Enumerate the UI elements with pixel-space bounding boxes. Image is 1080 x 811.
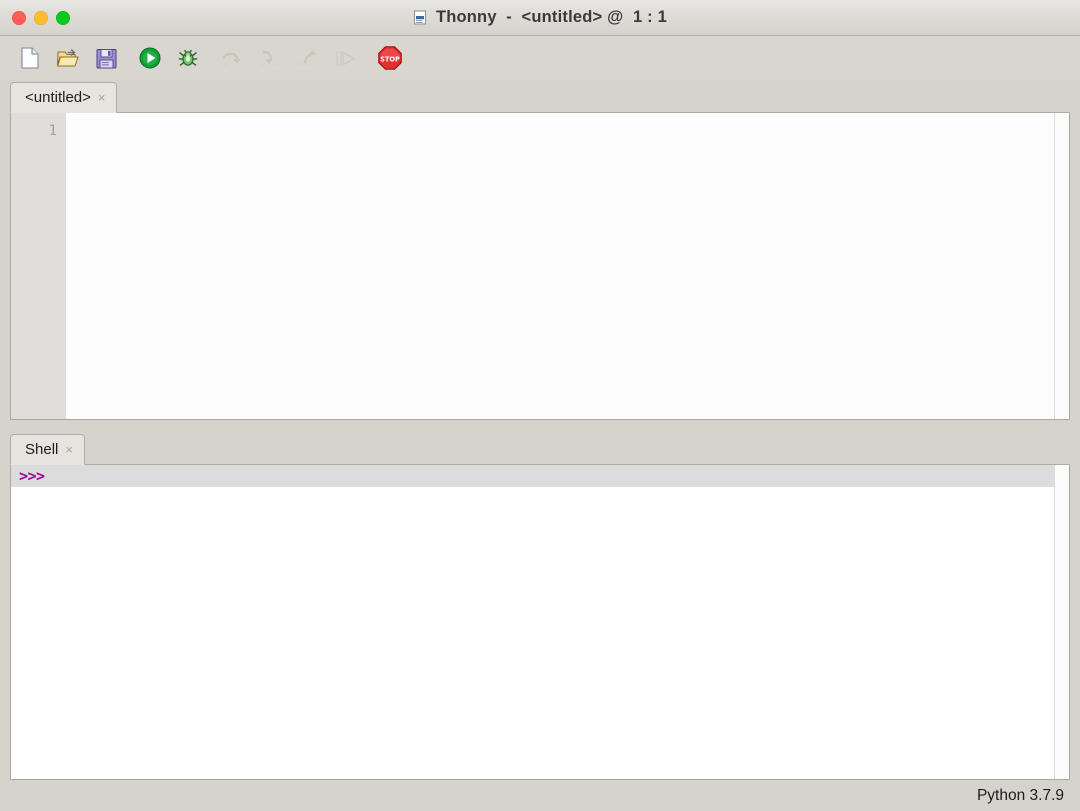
window-controls: [12, 0, 70, 36]
thonny-document-icon: [413, 10, 428, 25]
debug-bug-icon: [178, 49, 198, 66]
title-group: Thonny - <untitled> @ 1 : 1: [413, 8, 667, 27]
save-floppy-icon: [96, 48, 116, 68]
editor-scrollbar-thumb[interactable]: [1057, 113, 1067, 419]
editor-panel: <untitled> × 1: [10, 80, 1070, 420]
new-file-icon: [21, 47, 39, 69]
minimize-window-button[interactable]: [34, 11, 48, 25]
editor-tabbar: <untitled> ×: [10, 80, 1070, 113]
save-file-button[interactable]: [90, 42, 122, 74]
shell-body: >>>: [10, 465, 1070, 780]
step-into-icon: [260, 50, 278, 66]
svg-text:STOP: STOP: [380, 55, 400, 63]
shell-prompt: >>>: [19, 467, 45, 485]
run-play-icon: [139, 47, 161, 69]
run-button[interactable]: [134, 42, 166, 74]
new-file-button[interactable]: [14, 42, 46, 74]
editor-body: 1: [10, 113, 1070, 420]
shell-panel: Shell × >>>: [10, 432, 1070, 780]
window-title: Thonny - <untitled> @ 1 : 1: [435, 8, 668, 26]
editor-text-area[interactable]: [67, 113, 1054, 419]
step-into-button[interactable]: [254, 42, 286, 74]
maximize-window-button[interactable]: [56, 11, 70, 25]
interpreter-label: Python 3.7.9: [976, 786, 1064, 804]
tab-shell-label: Shell: [25, 441, 59, 458]
stop-button[interactable]: STOP: [374, 42, 406, 74]
thonny-window: Thonny - <untitled> @ 1 : 1 STOP <untitl…: [0, 0, 1080, 811]
tab-shell[interactable]: Shell ×: [10, 434, 85, 465]
resume-button[interactable]: [330, 42, 362, 74]
toolbar: STOP: [0, 36, 1080, 80]
line-number: 1: [48, 123, 57, 139]
shell-vertical-scrollbar[interactable]: [1054, 465, 1069, 779]
shell-scrollbar-thumb[interactable]: [1057, 465, 1067, 779]
main-area: <untitled> × 1 Shell × >>>: [0, 80, 1080, 780]
step-over-button[interactable]: [216, 42, 248, 74]
shell-output: [11, 487, 1054, 779]
open-file-button[interactable]: [52, 42, 84, 74]
editor-line-number-gutter: 1: [11, 113, 67, 419]
resume-icon: [336, 50, 356, 67]
tab-untitled-close-icon[interactable]: ×: [98, 91, 106, 105]
step-out-icon: [298, 50, 316, 66]
debug-button[interactable]: [172, 42, 204, 74]
step-out-button[interactable]: [292, 42, 324, 74]
tab-shell-close-icon[interactable]: ×: [65, 443, 73, 457]
editor-content: [67, 113, 1054, 132]
tab-untitled[interactable]: <untitled> ×: [10, 82, 118, 113]
stop-sign-icon: STOP: [378, 46, 402, 70]
open-folder-icon: [57, 49, 79, 67]
shell-console[interactable]: >>>: [11, 465, 1054, 779]
editor-vertical-scrollbar[interactable]: [1054, 113, 1069, 419]
step-over-icon: [222, 52, 241, 66]
status-bar: Python 3.7.9: [0, 780, 1080, 811]
tab-untitled-label: <untitled>: [25, 89, 91, 106]
shell-tabbar: Shell ×: [10, 432, 1070, 465]
title-bar: Thonny - <untitled> @ 1 : 1: [0, 0, 1080, 36]
shell-prompt-row[interactable]: >>>: [11, 465, 1054, 487]
close-window-button[interactable]: [12, 11, 26, 25]
